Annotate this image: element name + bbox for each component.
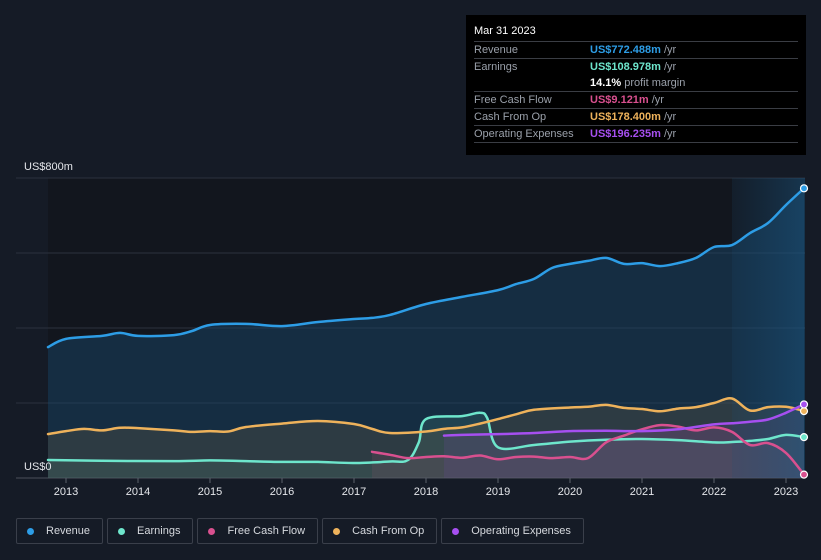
x-tick-label: 2020 [558, 486, 582, 498]
x-tick-label: 2016 [270, 486, 294, 498]
x-tick-label: 2022 [702, 486, 726, 498]
tooltip-row-profit-margin: 14.1% profit margin [474, 75, 798, 92]
tooltip-value: US$196.235m [590, 128, 661, 140]
tooltip: Mar 31 2023 Revenue US$772.488m /yr Earn… [466, 15, 806, 155]
tooltip-row-cash-from-op: Cash From Op US$178.400m /yr [474, 109, 798, 126]
legend-item-earnings[interactable]: Earnings [107, 518, 194, 544]
tooltip-label [474, 75, 590, 91]
legend-label: Cash From Op [352, 525, 425, 537]
legend-item-cash-from-op[interactable]: Cash From Op [322, 518, 438, 544]
tooltip-unit: /yr [663, 44, 677, 56]
x-tick-label: 2018 [414, 486, 438, 498]
x-tick-label: 2021 [630, 486, 654, 498]
endpoint-cash-from-op [799, 407, 809, 416]
x-tick-label: 2015 [198, 486, 222, 498]
tooltip-label: Operating Expenses [474, 128, 574, 140]
tooltip-value: US$108.978m [590, 61, 661, 73]
legend-dot-icon [27, 527, 34, 535]
x-tick-label: 2023 [774, 486, 798, 498]
endpoint-operating-expenses [799, 400, 809, 409]
legend-label: Operating Expenses [471, 525, 571, 537]
tooltip-label: Free Cash Flow [474, 94, 552, 106]
tooltip-value: US$9.121m [590, 94, 649, 106]
tooltip-date: Mar 31 2023 [474, 23, 798, 42]
x-axis: 2013 2014 2015 2016 2017 2018 2019 2020 2021 2022… [54, 478, 798, 498]
tooltip-row-earnings: Earnings US$108.978m /yr [474, 59, 798, 75]
tooltip-unit: /yr [663, 61, 677, 73]
tooltip-value: US$178.400m [590, 111, 661, 123]
x-tick-label: 2013 [54, 486, 78, 498]
tooltip-unit: /yr [651, 94, 664, 106]
y-tick-label-max: US$800m [24, 161, 73, 173]
legend-dot-icon [452, 527, 460, 535]
x-tick-label: 2014 [126, 486, 150, 498]
legend-dot-icon [118, 527, 126, 535]
legend-label: Revenue [46, 525, 91, 537]
legend-item-free-cash-flow[interactable]: Free Cash Flow [197, 518, 319, 544]
tooltip-value: US$772.488m [590, 44, 661, 56]
legend-item-operating-expenses[interactable]: Operating Expenses [441, 518, 584, 544]
tooltip-row-free-cash-flow: Free Cash Flow US$9.121m /yr [474, 92, 798, 109]
y-tick-label-zero: US$0 [24, 461, 52, 473]
legend-label: Free Cash Flow [227, 525, 306, 537]
tooltip-unit: /yr [663, 128, 677, 140]
x-tick-label: 2019 [486, 486, 510, 498]
endpoint-free-cash-flow [799, 470, 809, 479]
legend-dot-icon [208, 527, 216, 535]
legend: Revenue Earnings Free Cash Flow Cash Fro… [16, 518, 584, 544]
tooltip-row-revenue: Revenue US$772.488m /yr [474, 42, 798, 59]
endpoint-earnings [799, 433, 809, 442]
legend-dot-icon [333, 527, 341, 535]
tooltip-row-operating-expenses: Operating Expenses US$196.235m /yr [474, 126, 798, 143]
endpoint-revenue [799, 184, 809, 193]
legend-item-revenue[interactable]: Revenue [16, 518, 104, 544]
tooltip-label: Revenue [474, 44, 519, 56]
tooltip-unit: /yr [663, 111, 677, 123]
profit-margin-value: 14.1% [590, 77, 622, 89]
x-tick-label: 2017 [342, 486, 366, 498]
legend-label: Earnings [137, 525, 181, 537]
tooltip-label: Earnings [474, 61, 518, 73]
tooltip-label: Cash From Op [474, 111, 547, 123]
tooltip-unit: profit margin [624, 77, 686, 89]
